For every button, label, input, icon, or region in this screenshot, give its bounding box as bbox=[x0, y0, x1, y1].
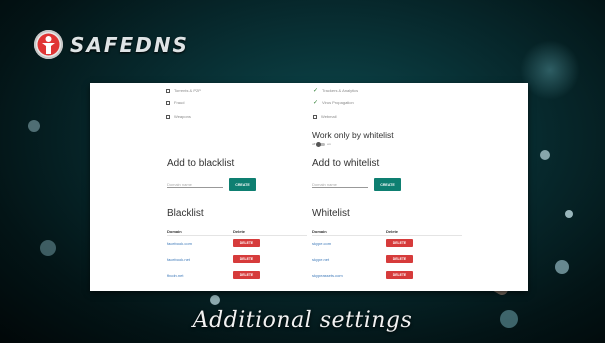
whitelist-domain-link[interactable]: skype.com bbox=[312, 241, 331, 246]
whitelist-mode-toggle[interactable]: off on bbox=[312, 141, 331, 147]
option-trackers[interactable]: ✓ Trackers & Analytics bbox=[313, 88, 359, 94]
delete-button[interactable]: DELETE bbox=[233, 255, 260, 263]
blacklist-domain-input[interactable]: Domain name bbox=[167, 178, 223, 188]
blacklist-col-delete: Delete bbox=[233, 229, 246, 234]
input-placeholder: Domain name bbox=[312, 182, 337, 187]
video-caption: Additional settings bbox=[192, 308, 413, 333]
delete-button[interactable]: DELETE bbox=[386, 239, 413, 247]
option-label: Torrents & P2P bbox=[174, 88, 201, 93]
whitelist-domain-link[interactable]: skypeassets.com bbox=[312, 273, 343, 278]
input-placeholder: Domain name bbox=[167, 182, 192, 187]
blacklist-domain-link[interactable]: fbcdn.net bbox=[167, 273, 183, 278]
option-label: Webmail bbox=[321, 114, 337, 119]
toggle-knob[interactable] bbox=[316, 141, 322, 147]
settings-panel: Torrents & P2P Fraud Weapons ✓ Trackers … bbox=[90, 83, 528, 291]
toggle-track[interactable] bbox=[316, 141, 326, 147]
whitelist-col-domain: Domain bbox=[312, 229, 327, 234]
option-virus[interactable]: ✓ Virus Propagation bbox=[313, 100, 354, 106]
checkbox-unchecked[interactable] bbox=[166, 88, 170, 93]
brand-logo: SAFEDNS bbox=[34, 30, 189, 59]
checkmark-icon[interactable]: ✓ bbox=[313, 88, 318, 94]
brand-name: SAFEDNS bbox=[70, 32, 189, 57]
delete-button[interactable]: DELETE bbox=[233, 271, 260, 279]
bokeh-light bbox=[565, 210, 573, 218]
blacklist-domain-link[interactable]: facebook.net bbox=[167, 257, 190, 262]
bokeh-light bbox=[540, 150, 550, 160]
create-whitelist-button[interactable]: CREATE bbox=[374, 178, 401, 191]
whitelist-domain-input[interactable]: Domain name bbox=[312, 178, 368, 188]
option-label: Weapons bbox=[174, 114, 191, 119]
table-divider bbox=[312, 235, 462, 236]
option-torrents[interactable]: Torrents & P2P bbox=[166, 88, 201, 93]
blacklist-col-domain: Domain bbox=[167, 229, 182, 234]
option-label: Fraud bbox=[174, 100, 185, 105]
create-blacklist-button[interactable]: CREATE bbox=[229, 178, 256, 191]
toggle-on-label: on bbox=[327, 142, 331, 146]
option-weapons[interactable]: Weapons bbox=[166, 114, 191, 119]
shield-figure-icon bbox=[34, 30, 63, 59]
bokeh-light bbox=[40, 240, 56, 256]
checkbox-unchecked[interactable] bbox=[166, 100, 170, 105]
bokeh-light bbox=[520, 40, 580, 100]
whitelist-col-delete: Delete bbox=[386, 229, 399, 234]
blacklist-domain-link[interactable]: facebook.com bbox=[167, 241, 192, 246]
whitelist-title: Whitelist bbox=[312, 208, 350, 219]
table-divider bbox=[167, 235, 307, 236]
delete-button[interactable]: DELETE bbox=[386, 271, 413, 279]
delete-button[interactable]: DELETE bbox=[386, 255, 413, 263]
whitelist-mode-title: Work only by whitelist bbox=[312, 130, 394, 140]
delete-button[interactable]: DELETE bbox=[233, 239, 260, 247]
option-label: Trackers & Analytics bbox=[322, 88, 359, 93]
add-blacklist-title: Add to blacklist bbox=[167, 158, 235, 169]
bokeh-light bbox=[210, 295, 220, 305]
toggle-off-label: off bbox=[312, 142, 316, 146]
add-whitelist-title: Add to whitelist bbox=[312, 158, 380, 169]
checkmark-icon[interactable]: ✓ bbox=[313, 100, 318, 106]
blacklist-title: Blacklist bbox=[167, 208, 204, 219]
whitelist-domain-link[interactable]: skype.net bbox=[312, 257, 329, 262]
checkbox-unchecked[interactable] bbox=[313, 114, 317, 119]
option-fraud[interactable]: Fraud bbox=[166, 100, 184, 105]
option-label: Virus Propagation bbox=[322, 100, 354, 105]
checkbox-unchecked[interactable] bbox=[166, 114, 170, 119]
bokeh-light bbox=[28, 120, 40, 132]
option-webmail[interactable]: Webmail bbox=[313, 114, 337, 119]
bokeh-light bbox=[555, 260, 569, 274]
